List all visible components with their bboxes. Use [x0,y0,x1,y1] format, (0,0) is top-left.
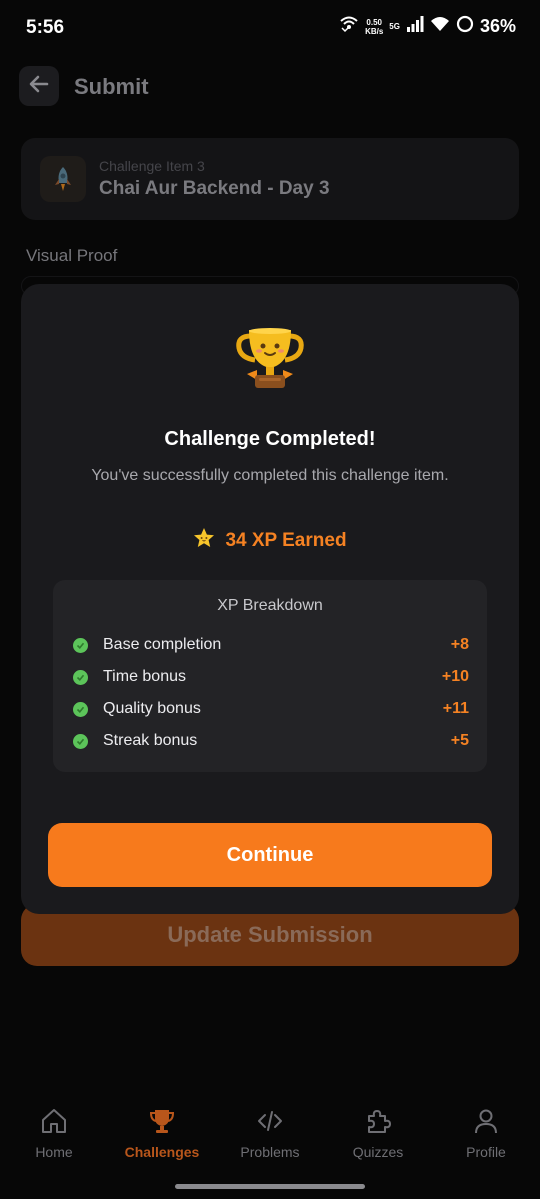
xp-breakdown-label: Streak bonus [103,732,198,749]
home-indicator[interactable] [175,1184,365,1189]
xp-breakdown-row: Base completion +8 [73,633,469,657]
rocket-icon [40,156,86,202]
modal-title: Challenge Completed! [164,428,376,450]
arrow-left-icon [28,73,50,100]
nav-label: Problems [240,1144,300,1160]
challenge-item-subtitle: Challenge Item 3 [99,158,205,174]
nav-item-problems[interactable]: Problems [220,1096,320,1168]
challenge-completed-modal: Challenge Completed! You've successfully… [21,284,519,914]
xp-breakdown-label: Time bonus [103,668,186,685]
code-icon [255,1106,285,1136]
xp-breakdown-value: +8 [450,636,469,653]
check-icon [73,733,88,749]
xp-breakdown-value: +10 [441,668,469,685]
nav-label: Profile [466,1144,506,1160]
modal-subtitle: You've successfully completed this chall… [91,467,449,484]
nav-label: Home [35,1144,73,1160]
check-icon [73,701,88,717]
check-icon [73,637,88,653]
xp-breakdown-title: XP Breakdown [217,597,323,614]
xp-breakdown: XP Breakdown Base completion +8 Time bon… [53,580,487,772]
challenge-item-title: Chai Aur Backend - Day 3 [99,178,330,199]
xp-breakdown-value: +11 [442,700,469,717]
xp-breakdown-value: +5 [450,732,469,749]
check-icon [73,669,88,685]
page-title: Submit [74,74,149,99]
nav-item-quizzes[interactable]: Quizzes [328,1096,428,1168]
xp-breakdown-label: Quality bonus [103,700,201,717]
xp-earned: 34 XP Earned [21,527,519,554]
star-icon [193,527,215,554]
puzzle-icon [363,1106,393,1136]
nav-item-challenges[interactable]: Challenges [112,1096,212,1168]
xp-breakdown-label: Base completion [103,636,222,653]
user-icon [471,1106,501,1136]
nav-label: Quizzes [352,1144,404,1160]
screen: 5:56 0.50 KB/s 5G 36% Submit Challenge I… [0,0,540,1199]
xp-breakdown-row: Quality bonus +11 [73,697,469,721]
nav-item-profile[interactable]: Profile [436,1096,536,1168]
back-button[interactable] [19,66,59,106]
nav-item-home[interactable]: Home [4,1096,104,1168]
xp-earned-text: 34 XP Earned [225,529,347,551]
trophy-icon [235,326,305,392]
home-icon [39,1106,69,1136]
continue-button[interactable]: Continue [48,823,492,887]
xp-breakdown-row: Time bonus +10 [73,665,469,689]
visual-proof-label: Visual Proof [26,246,118,265]
challenge-item-card: Challenge Item 3 Chai Aur Backend - Day … [21,138,519,220]
bottom-nav: Home Challenges Problems Quizzes Profile [0,1096,540,1168]
trophy-icon [147,1106,177,1136]
xp-breakdown-row: Streak bonus +5 [73,729,469,753]
nav-label: Challenges [124,1144,200,1160]
